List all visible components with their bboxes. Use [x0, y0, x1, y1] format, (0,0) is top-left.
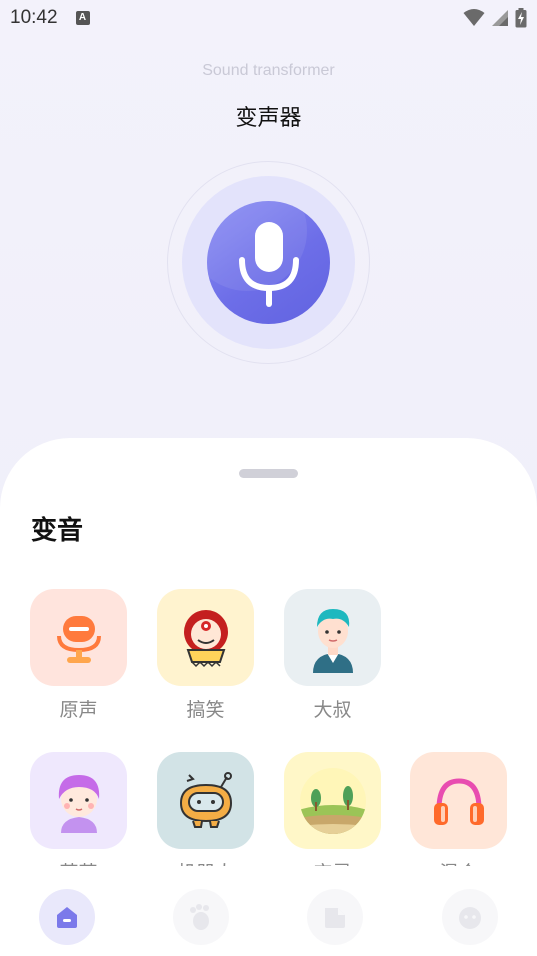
page-title: 变声器: [235, 106, 302, 131]
effect-tile: [284, 752, 381, 849]
home-icon: [57, 907, 77, 928]
cell-signal-icon: [492, 10, 508, 26]
girl-avatar-icon: [58, 774, 99, 833]
section-title: 变音: [31, 516, 84, 546]
headphones-icon: [433, 777, 484, 825]
sheet-drag-handle[interactable]: [239, 469, 298, 478]
microphone-original-icon: [56, 615, 101, 663]
wifi-icon: [463, 9, 485, 26]
page-subtitle: Sound transformer: [202, 62, 335, 79]
effect-tile: [30, 589, 127, 686]
bottom-nav: [0, 866, 537, 956]
effect-funny[interactable]: 搞笑: [157, 589, 254, 722]
effect-tile: [284, 589, 381, 686]
folder-icon: [325, 908, 345, 928]
effect-label: 搞笑: [186, 699, 225, 721]
effect-original[interactable]: 原声: [30, 589, 127, 722]
landscape-icon: [299, 767, 366, 834]
nav-home[interactable]: [39, 889, 95, 945]
effect-uncle[interactable]: 大叔: [284, 589, 381, 722]
effect-tile: [157, 589, 254, 686]
record-button[interactable]: [207, 201, 330, 324]
footprint-icon: [190, 904, 209, 930]
effect-label: 大叔: [313, 699, 352, 721]
clown-icon: [183, 609, 228, 667]
face-icon: [459, 907, 481, 929]
battery-icon: [515, 8, 527, 28]
effect-tile: [157, 752, 254, 849]
nav-face[interactable]: [442, 889, 498, 945]
effect-label: 原声: [59, 699, 98, 721]
effect-tile: [410, 752, 507, 849]
uncle-avatar-icon: [312, 608, 353, 673]
nav-footprint[interactable]: [173, 889, 229, 945]
status-time: 10:42: [10, 7, 58, 28]
robot-icon: [179, 771, 232, 828]
microphone-icon: [238, 221, 299, 307]
notification-icon: A: [75, 11, 90, 25]
status-icons: [463, 8, 527, 28]
status-bar: 10:42 A: [0, 0, 537, 36]
nav-folder[interactable]: [307, 889, 363, 945]
effect-tile: [30, 752, 127, 849]
